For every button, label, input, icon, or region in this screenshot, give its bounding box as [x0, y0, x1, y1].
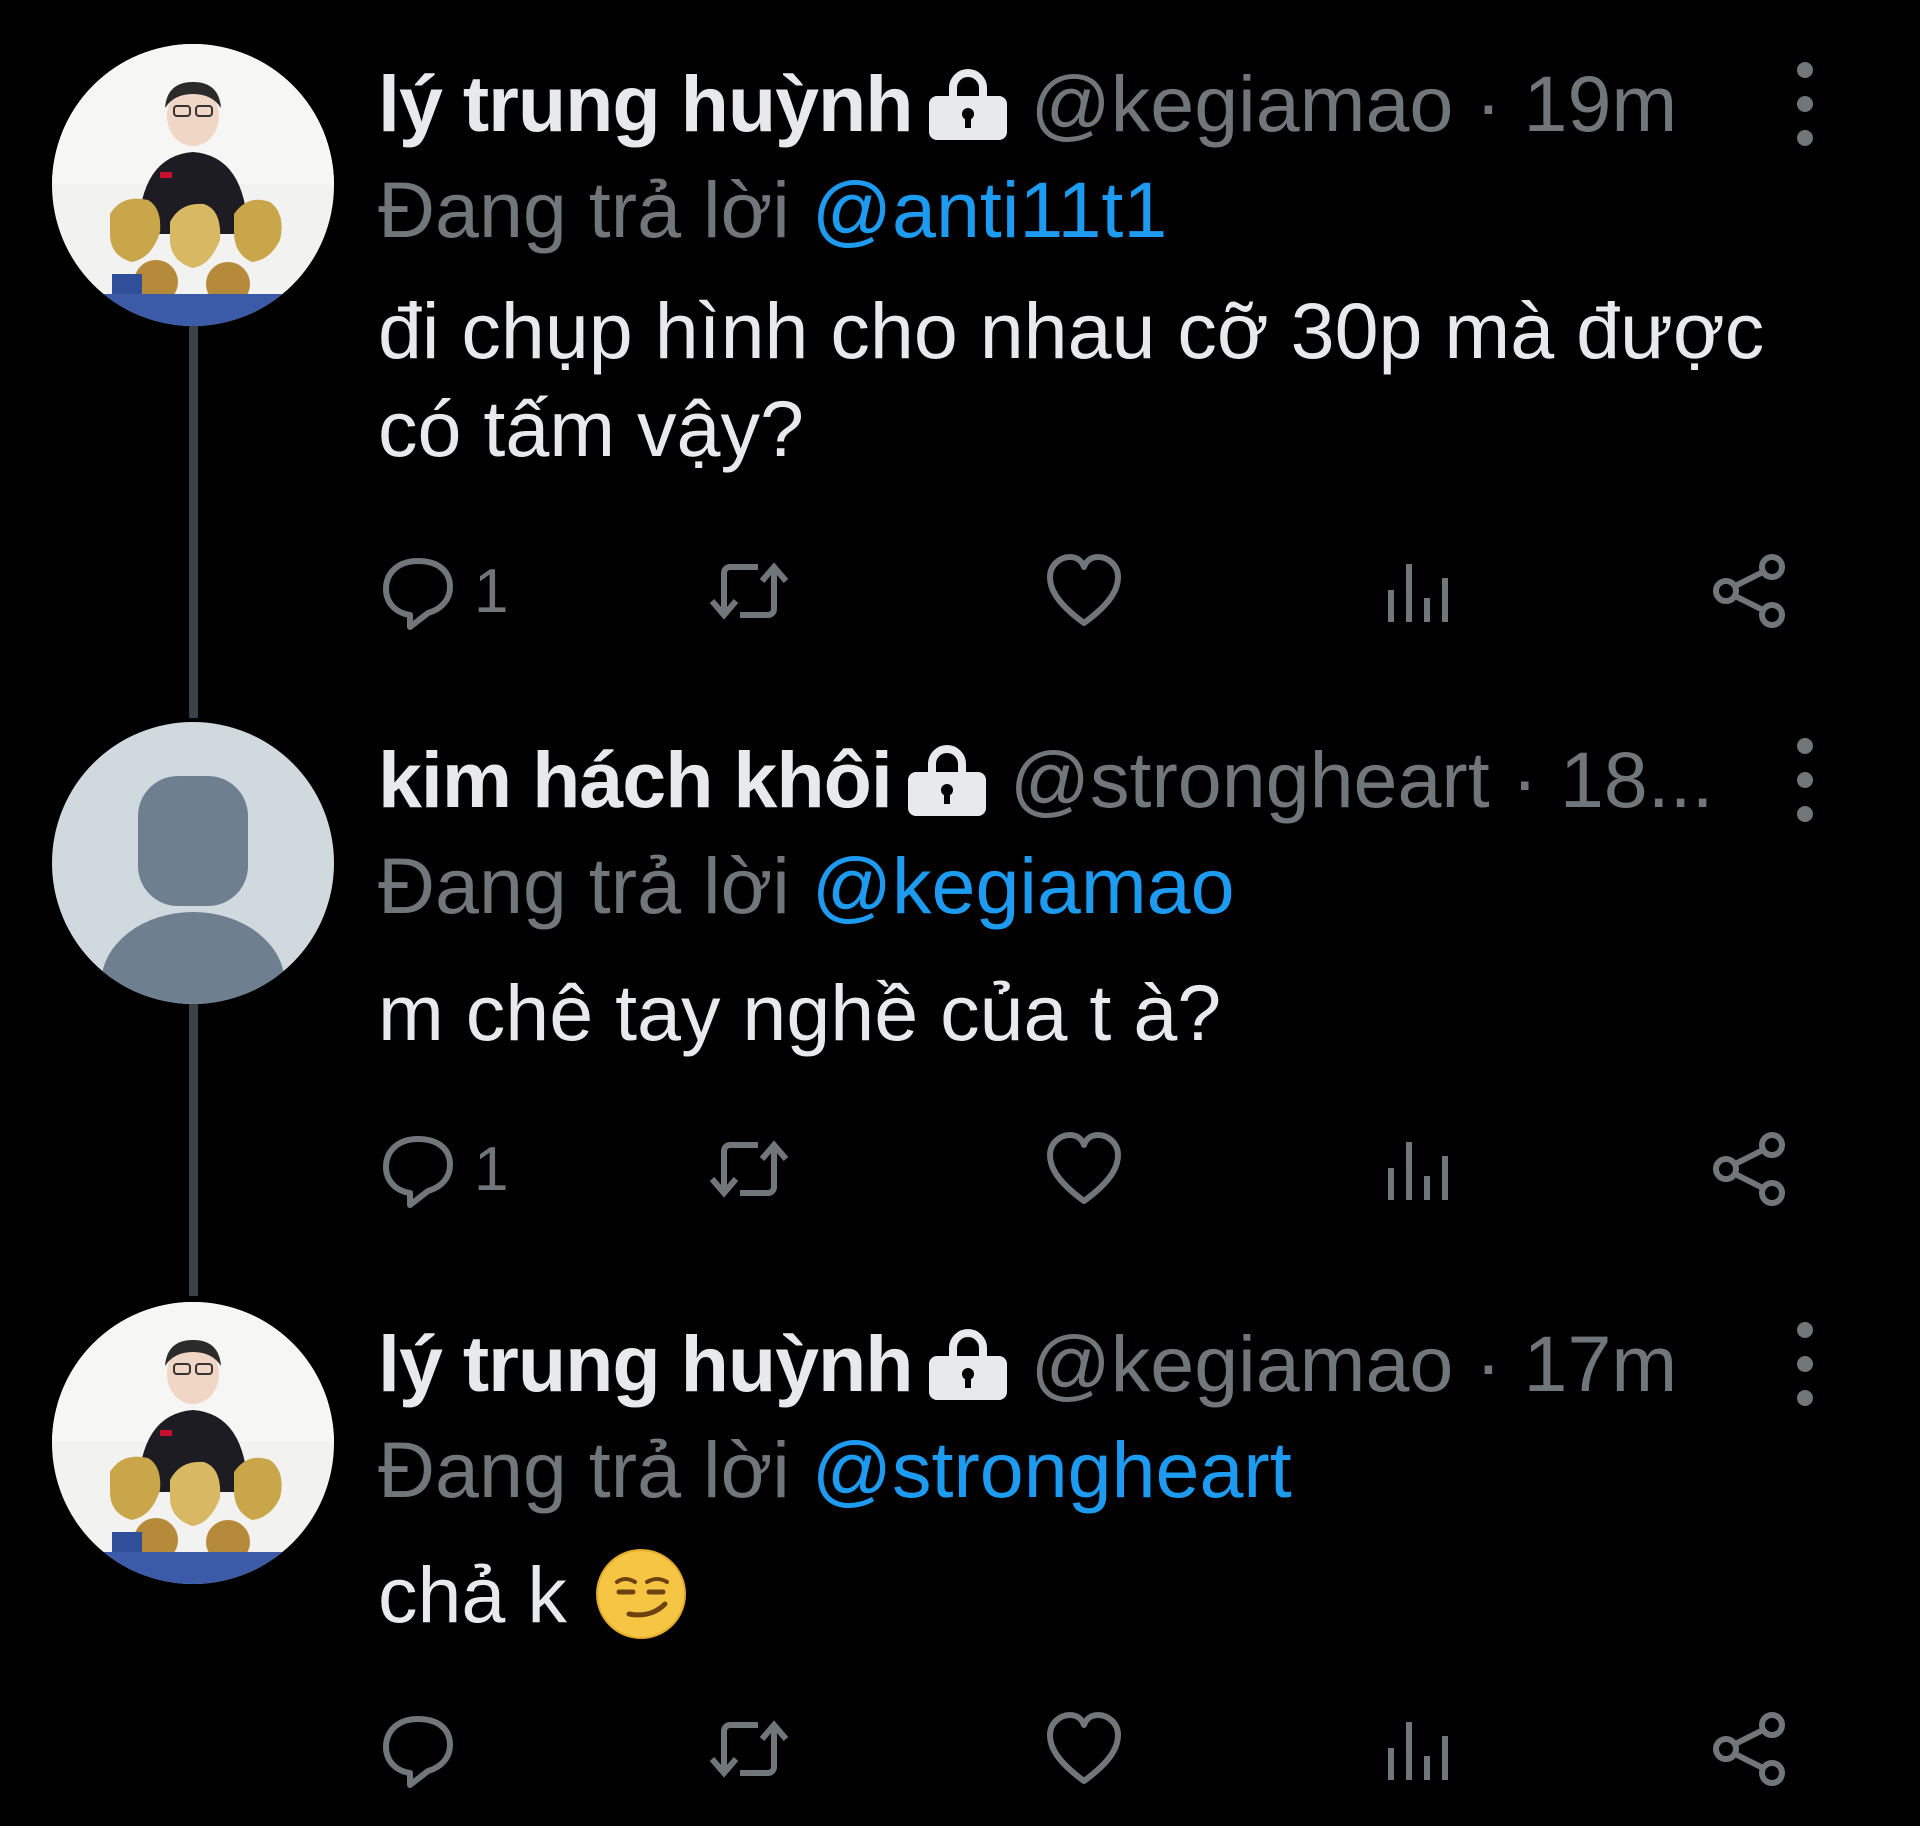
views-button[interactable]	[1384, 546, 1454, 636]
tweet-header: kim hách khôi @strongheart · 18...	[378, 730, 1758, 830]
thread-line	[189, 1004, 198, 1296]
like-button[interactable]	[1044, 1124, 1124, 1214]
share-button[interactable]	[1710, 1704, 1790, 1794]
thread-line	[189, 326, 198, 718]
more-options-icon[interactable]	[1790, 732, 1820, 828]
tweet-text-content: đi chụp hình cho nhau cỡ 30p mà được có …	[378, 286, 1765, 473]
share-button[interactable]	[1710, 546, 1790, 636]
tweet[interactable]: lý trung huỳnh @kegiamao · 19m Đang trả …	[0, 44, 1920, 718]
like-button[interactable]	[1044, 1704, 1124, 1794]
lock-icon	[925, 68, 1011, 140]
display-name[interactable]: kim hách khôi	[378, 734, 893, 826]
tweet-header: lý trung huỳnh @kegiamao · 17m	[378, 1314, 1758, 1414]
tweet-header: lý trung huỳnh @kegiamao · 19m	[378, 54, 1758, 154]
more-options-icon[interactable]	[1790, 1316, 1820, 1412]
tweet-actions	[378, 1704, 1818, 1794]
tweet-actions: 1	[378, 546, 1818, 636]
handle-and-time[interactable]: @kegiamao · 17m	[1031, 1318, 1678, 1410]
default-avatar	[52, 722, 334, 1004]
display-name[interactable]: lý trung huỳnh	[378, 58, 914, 150]
reply-mention-link[interactable]: @anti11t1	[812, 165, 1167, 254]
photo-avatar	[52, 44, 334, 326]
reply-button[interactable]	[378, 1704, 458, 1794]
retweet-button[interactable]	[704, 1704, 794, 1794]
reply-count: 1	[474, 1134, 509, 1204]
retweet-button[interactable]	[704, 546, 794, 636]
retweet-icon	[704, 551, 794, 631]
share-icon	[1710, 551, 1790, 631]
views-button[interactable]	[1384, 1124, 1454, 1214]
handle-and-time[interactable]: @kegiamao · 19m	[1031, 58, 1678, 150]
replying-to: Đang trả lời @anti11t1	[378, 164, 1167, 256]
tweet-text: chả k	[378, 1546, 1818, 1644]
tweet-text-content: m chê tay nghề của t à?	[378, 968, 1222, 1057]
share-icon	[1710, 1709, 1790, 1789]
avatar[interactable]	[52, 44, 334, 326]
views-button[interactable]	[1384, 1704, 1454, 1794]
like-icon	[1044, 1711, 1124, 1787]
share-button[interactable]	[1710, 1124, 1790, 1214]
reply-icon	[378, 1129, 458, 1209]
replying-to: Đang trả lời @strongheart	[378, 1424, 1292, 1516]
lock-icon	[925, 1328, 1011, 1400]
reply-count: 1	[474, 556, 509, 626]
tweet-text: m chê tay nghề của t à?	[378, 964, 1818, 1062]
tweet-text-content: chả k	[378, 1550, 567, 1639]
views-icon	[1384, 1714, 1454, 1784]
avatar[interactable]	[52, 1302, 334, 1584]
smirking-face-emoji-icon	[595, 1548, 687, 1640]
like-button[interactable]	[1044, 546, 1124, 636]
share-icon	[1710, 1129, 1790, 1209]
avatar[interactable]	[52, 722, 334, 1004]
views-icon	[1384, 556, 1454, 626]
more-options-icon[interactable]	[1790, 56, 1820, 152]
views-icon	[1384, 1134, 1454, 1204]
retweet-icon	[704, 1709, 794, 1789]
photo-avatar	[52, 1302, 334, 1584]
replying-to-label: Đang trả lời	[378, 841, 790, 930]
like-icon	[1044, 553, 1124, 629]
reply-icon	[378, 1709, 458, 1789]
reply-mention-link[interactable]: @strongheart	[812, 1425, 1292, 1514]
replying-to: Đang trả lời @kegiamao	[378, 840, 1235, 932]
tweet-actions: 1	[378, 1124, 1818, 1214]
retweet-icon	[704, 1129, 794, 1209]
replying-to-label: Đang trả lời	[378, 1425, 790, 1514]
retweet-button[interactable]	[704, 1124, 794, 1214]
like-icon	[1044, 1131, 1124, 1207]
reply-icon	[378, 551, 458, 631]
thread-feed: lý trung huỳnh @kegiamao · 19m Đang trả …	[0, 0, 1920, 1826]
tweet[interactable]: lý trung huỳnh @kegiamao · 17m Đang trả …	[0, 1302, 1920, 1802]
tweet[interactable]: kim hách khôi @strongheart · 18... Đang …	[0, 722, 1920, 1296]
replying-to-label: Đang trả lời	[378, 165, 790, 254]
reply-mention-link[interactable]: @kegiamao	[812, 841, 1235, 930]
tweet-text: đi chụp hình cho nhau cỡ 30p mà được có …	[378, 282, 1818, 478]
display-name[interactable]: lý trung huỳnh	[378, 1318, 914, 1410]
handle-and-time[interactable]: @strongheart · 18...	[1010, 734, 1714, 826]
reply-button[interactable]: 1	[378, 546, 508, 636]
lock-icon	[904, 744, 990, 816]
reply-button[interactable]: 1	[378, 1124, 508, 1214]
